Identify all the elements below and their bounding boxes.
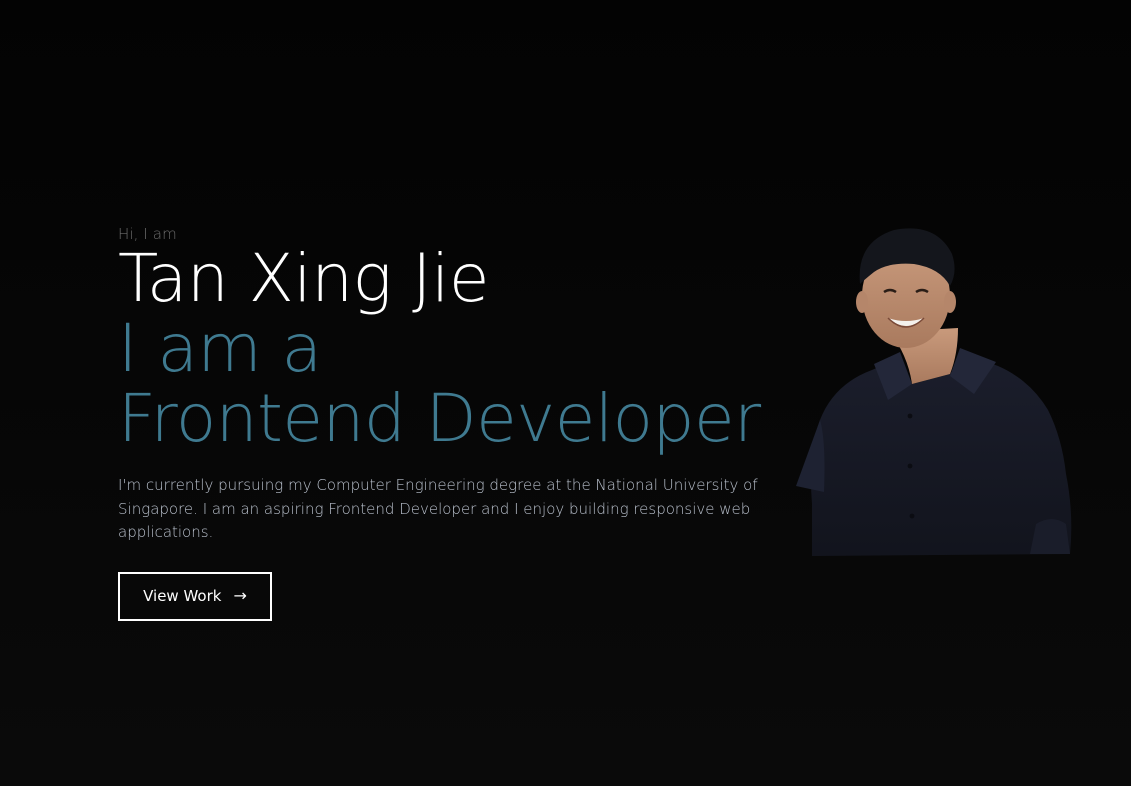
portrait-photo — [796, 228, 1072, 556]
view-work-button[interactable]: View Work → — [118, 571, 272, 621]
view-work-label: View Work — [143, 587, 222, 605]
name-heading: Tan Xing Jie — [118, 240, 490, 317]
arrow-right-icon: → — [233, 586, 247, 605]
role-line-2: Frontend Developer — [118, 380, 761, 457]
role-heading: I am a Frontend Developer — [118, 314, 798, 454]
hero-section: Hi, I am Tan Xing Jie I am a Frontend De… — [118, 224, 798, 621]
bio-text: I'm currently pursuing my Computer Engin… — [118, 476, 758, 541]
role-line-1: I am a — [118, 310, 322, 387]
